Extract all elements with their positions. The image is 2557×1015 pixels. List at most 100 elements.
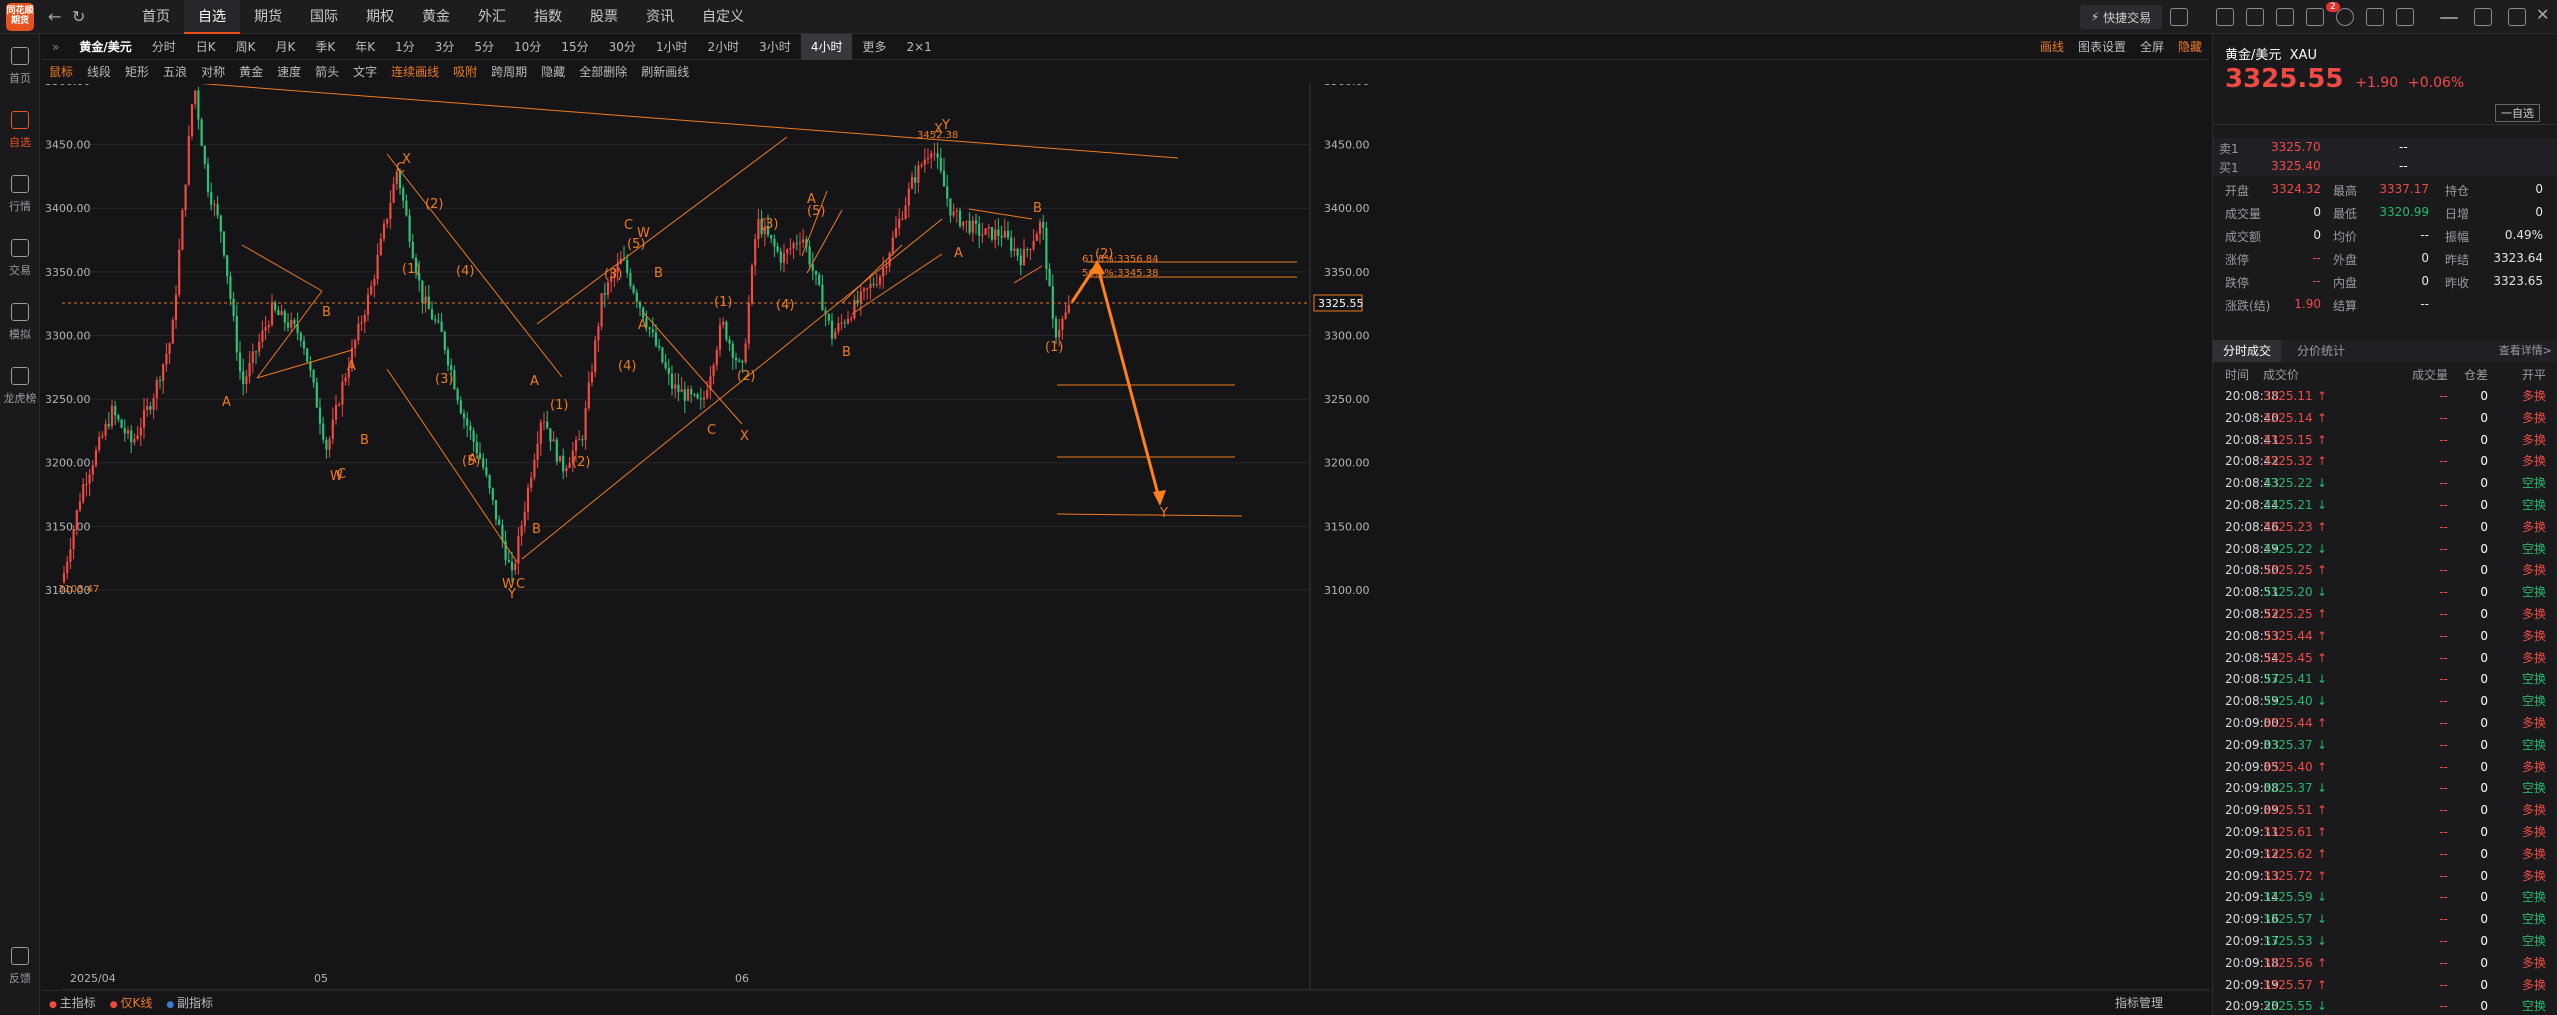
quote-change: +1.90 bbox=[2355, 75, 2399, 91]
period-7[interactable]: 3分 bbox=[425, 34, 465, 60]
left-nav-icon-3 bbox=[11, 238, 29, 257]
period-2[interactable]: 周K bbox=[226, 34, 266, 60]
left-nav-item-1[interactable]: 自选 bbox=[0, 98, 40, 162]
menu-item-8[interactable]: 股票 bbox=[576, 0, 632, 34]
draw-tool-1[interactable]: 线段 bbox=[80, 60, 118, 84]
candle-body bbox=[1064, 312, 1067, 319]
period-10[interactable]: 15分 bbox=[551, 34, 598, 60]
draw-tool-12[interactable]: 隐藏 bbox=[534, 60, 572, 84]
back-icon[interactable]: ← bbox=[48, 7, 61, 26]
menu-item-3[interactable]: 国际 bbox=[296, 0, 352, 34]
screen-icon[interactable] bbox=[2170, 8, 2188, 26]
period-17[interactable]: 2×1 bbox=[896, 34, 941, 60]
period-12[interactable]: 1小时 bbox=[646, 34, 698, 60]
menu-item-10[interactable]: 自定义 bbox=[688, 0, 758, 34]
period-16[interactable]: 更多 bbox=[852, 34, 896, 60]
chart-area[interactable]: 3500.00 3500.00 3450.00 3450.00 3400.00 3400.… bbox=[32, 67, 2210, 992]
indicator-tab-2[interactable]: ● 副指标 bbox=[159, 991, 220, 1015]
draw-tool-5[interactable]: 黄金 bbox=[232, 60, 270, 84]
period-9[interactable]: 10分 bbox=[504, 34, 551, 60]
draw-tool-2[interactable]: 矩形 bbox=[118, 60, 156, 84]
period-0[interactable]: 分时 bbox=[142, 34, 186, 60]
draw-tool-14[interactable]: 刷新画线 bbox=[634, 60, 696, 84]
left-nav-item-2[interactable]: 行情 bbox=[0, 162, 40, 226]
close-icon[interactable]: ✕ bbox=[2536, 5, 2549, 24]
draw-tool-13[interactable]: 全部删除 bbox=[572, 60, 634, 84]
settings-icon[interactable] bbox=[2396, 8, 2414, 26]
period-8[interactable]: 5分 bbox=[464, 34, 504, 60]
layers-icon[interactable] bbox=[2216, 8, 2234, 26]
quick-trade-button[interactable]: ⚡ 快捷交易 bbox=[2080, 5, 2162, 29]
chart-tool-3[interactable]: 隐藏 bbox=[2171, 35, 2209, 59]
period-5[interactable]: 年K bbox=[345, 34, 385, 60]
period-6[interactable]: 1分 bbox=[385, 34, 425, 60]
candle-body bbox=[952, 211, 955, 216]
shirt-icon[interactable] bbox=[2366, 8, 2384, 26]
left-nav-item-5[interactable]: 龙虎榜 bbox=[0, 354, 40, 418]
trend-line bbox=[241, 244, 323, 292]
minimize-icon[interactable] bbox=[2440, 17, 2458, 19]
period-13[interactable]: 2小时 bbox=[698, 34, 750, 60]
draw-tool-9[interactable]: 连续画线 bbox=[384, 60, 446, 84]
symbol-label[interactable]: 黄金/美元 bbox=[69, 34, 141, 60]
draw-tool-8[interactable]: 文字 bbox=[346, 60, 384, 84]
left-nav-item-4[interactable]: 模拟 bbox=[0, 290, 40, 354]
user-icon[interactable] bbox=[2336, 8, 2354, 26]
chart-tool-2[interactable]: 全屏 bbox=[2133, 35, 2171, 59]
watchlist-button[interactable]: 一自选 bbox=[2495, 104, 2540, 122]
period-4[interactable]: 季K bbox=[305, 34, 345, 60]
period-11[interactable]: 30分 bbox=[599, 34, 646, 60]
message-icon[interactable] bbox=[2306, 8, 2324, 26]
candle-body bbox=[872, 283, 875, 285]
period-14[interactable]: 3小时 bbox=[749, 34, 801, 60]
restore-icon[interactable] bbox=[2474, 8, 2492, 26]
candle-body bbox=[91, 465, 94, 475]
menu-item-2[interactable]: 期货 bbox=[240, 0, 296, 34]
price-chart[interactable]: 3500.00 3500.00 3450.00 3450.00 3400.00 3400.… bbox=[32, 67, 2210, 990]
view-details-link[interactable]: 查看详情> bbox=[2499, 340, 2552, 362]
menu-item-5[interactable]: 黄金 bbox=[408, 0, 464, 34]
left-nav-item-3[interactable]: 交易 bbox=[0, 226, 40, 290]
bell-icon[interactable] bbox=[2276, 8, 2294, 26]
menu-item-1[interactable]: 自选 bbox=[184, 0, 240, 34]
indicator-tab-1[interactable]: ● 仅K线 bbox=[103, 991, 160, 1015]
refresh-icon[interactable]: ↻ bbox=[72, 7, 85, 26]
maximize-icon[interactable] bbox=[2508, 8, 2526, 26]
menu-item-0[interactable]: 首页 bbox=[128, 0, 184, 34]
expand-icon[interactable]: » bbox=[42, 34, 69, 60]
indicator-tab-0[interactable]: ● 主指标 bbox=[42, 991, 103, 1015]
draw-tool-3[interactable]: 五浪 bbox=[156, 60, 194, 84]
indicator-dot-1: ● bbox=[109, 1000, 121, 1010]
trade-cell-1: 3325.53 bbox=[2263, 933, 2313, 948]
period-1[interactable]: 日K bbox=[186, 34, 226, 60]
candle-body bbox=[203, 146, 206, 164]
draw-tool-6[interactable]: 速度 bbox=[270, 60, 308, 84]
y-tick-label-left: 3250.00 bbox=[45, 393, 91, 406]
draw-tool-10[interactable]: 吸附 bbox=[446, 60, 484, 84]
draw-tool-7[interactable]: 箭头 bbox=[308, 60, 346, 84]
period-15[interactable]: 4小时 bbox=[800, 33, 853, 60]
draw-tool-0[interactable]: 鼠标 bbox=[42, 60, 80, 84]
grid-icon[interactable] bbox=[2246, 8, 2264, 26]
indicator-manage-button[interactable]: 指标管理 bbox=[2108, 991, 2170, 1015]
menu-item-7[interactable]: 指数 bbox=[520, 0, 576, 34]
chart-tool-0[interactable]: 画线 bbox=[2033, 35, 2071, 59]
tab-price-stats[interactable]: 分价统计 bbox=[2297, 340, 2345, 362]
left-nav-icon-6 bbox=[11, 946, 29, 965]
trade-cell-4: 多换 bbox=[2521, 715, 2546, 730]
draw-tool-4[interactable]: 对称 bbox=[194, 60, 232, 84]
menu-item-6[interactable]: 外汇 bbox=[464, 0, 520, 34]
menu-item-4[interactable]: 期权 bbox=[352, 0, 408, 34]
trade-cell-1: 3325.40 bbox=[2263, 694, 2313, 709]
trade-cell-2: -- bbox=[2439, 476, 2448, 491]
menu-item-9[interactable]: 资讯 bbox=[632, 0, 688, 34]
chart-tool-1[interactable]: 图表设置 bbox=[2071, 35, 2133, 59]
tab-time-sales[interactable]: 分时成交 bbox=[2213, 340, 2282, 362]
draw-tool-11[interactable]: 跨周期 bbox=[484, 60, 534, 84]
left-nav-label-2: 行情 bbox=[9, 199, 31, 213]
trade-cell-4: 空换 bbox=[2521, 933, 2546, 948]
period-3[interactable]: 月K bbox=[266, 34, 306, 60]
left-nav-item-0[interactable]: 首页 bbox=[0, 34, 40, 98]
y-tick-label: 3500.00 bbox=[1324, 84, 1370, 88]
left-nav-item-6[interactable]: 反馈 bbox=[0, 934, 40, 998]
